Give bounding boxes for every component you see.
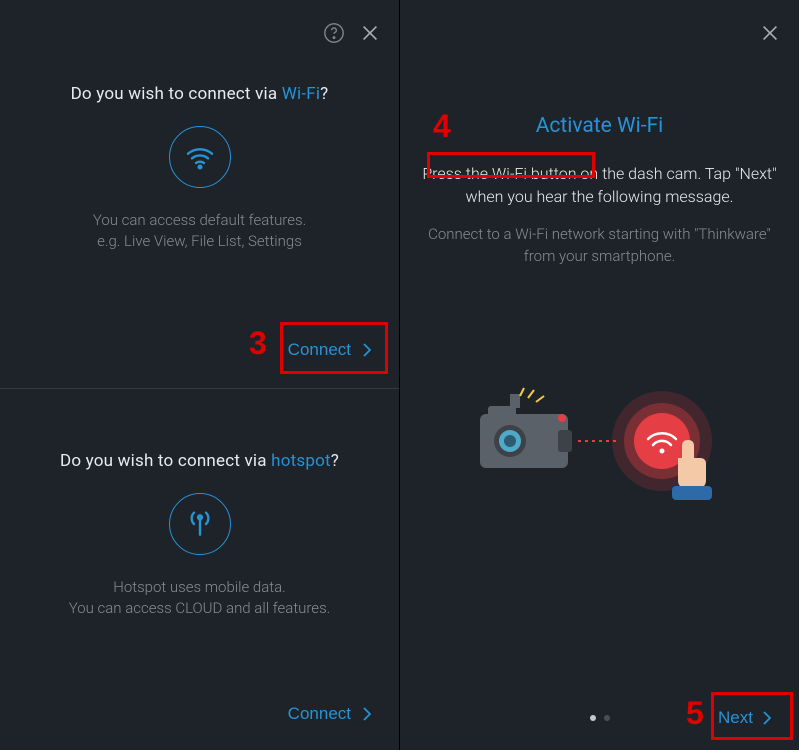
dashcam-illustration	[400, 376, 799, 516]
activate-title: Activate Wi-Fi	[400, 114, 799, 138]
topbar-right	[400, 0, 799, 66]
topbar	[0, 0, 399, 66]
connection-choice-panel: Do you wish to connect via Wi-Fi? You ca…	[0, 0, 400, 750]
page-dots	[590, 715, 610, 721]
activate-wifi-panel: Activate Wi-Fi Press the Wi-Fi button on…	[400, 0, 799, 750]
hotspot-heading: Do you wish to connect via hotspot?	[20, 451, 379, 471]
hotspot-connect-button[interactable]: Connect	[288, 704, 371, 724]
hotspot-section: Do you wish to connect via hotspot? Hots…	[0, 389, 399, 619]
hotspot-description: Hotspot uses mobile data. You can access…	[20, 577, 379, 619]
wifi-icon	[169, 126, 231, 188]
bottom-row: Next	[400, 708, 799, 728]
wifi-heading: Do you wish to connect via Wi-Fi?	[20, 84, 379, 104]
dot-active	[590, 715, 596, 721]
activate-subtext: Connect to a Wi-Fi network starting with…	[400, 224, 799, 268]
wifi-section: Do you wish to connect via Wi-Fi? You ca…	[0, 66, 399, 252]
dot	[604, 715, 610, 721]
hotspot-icon	[169, 493, 231, 555]
close-icon[interactable]	[359, 22, 381, 44]
help-icon[interactable]	[323, 22, 345, 44]
wifi-description: You can access default features. e.g. Li…	[20, 210, 379, 252]
next-button[interactable]: Next	[718, 708, 771, 728]
close-icon[interactable]	[759, 22, 781, 44]
activate-instruction: Press the Wi-Fi button on the dash cam. …	[400, 162, 799, 208]
wifi-connect-button[interactable]: Connect	[288, 340, 371, 360]
